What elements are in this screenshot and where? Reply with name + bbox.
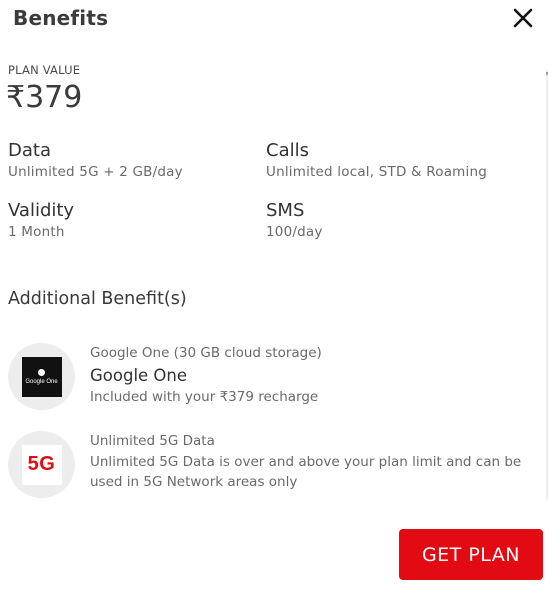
calls-value: Unlimited local, STD & Roaming [266,164,487,180]
google-one-icon-circle: Google One [8,343,75,410]
benefit-subtitle: Unlimited 5G Data [90,433,215,449]
sms-title: SMS [266,200,305,221]
google-one-icon: Google One [21,356,62,397]
validity-title: Validity [8,200,75,221]
modal-title: Benefits [13,6,109,30]
google-one-logo-mark [38,368,45,376]
google-one-icon-text: Google One [25,378,58,385]
get-plan-button[interactable]: GET PLAN [399,529,543,580]
5g-icon: 5G [21,444,62,485]
plan-value-amount: ₹379 [6,80,83,115]
data-value: Unlimited 5G + 2 GB/day [8,164,183,180]
benefit-description: Included with your ₹379 recharge [90,389,319,405]
plan-value-label: PLAN VALUE [8,63,81,77]
close-icon [513,8,533,28]
benefit-description: Unlimited 5G Data is over and above your… [90,454,522,490]
benefit-name: Google One [90,366,188,385]
additional-benefits-heading: Additional Benefit(s) [8,289,187,309]
data-title: Data [8,140,51,161]
sms-value: 100/day [266,224,323,240]
calls-title: Calls [266,140,309,161]
5g-icon-text: 5G [27,453,56,475]
close-button[interactable] [509,4,537,32]
benefit-subtitle: Google One (30 GB cloud storage) [90,345,322,361]
5g-icon-circle: 5G [8,431,75,498]
validity-value: 1 Month [8,224,65,240]
benefits-modal: Benefits PLAN VALUE ₹379 Data Unlimited … [0,0,548,595]
